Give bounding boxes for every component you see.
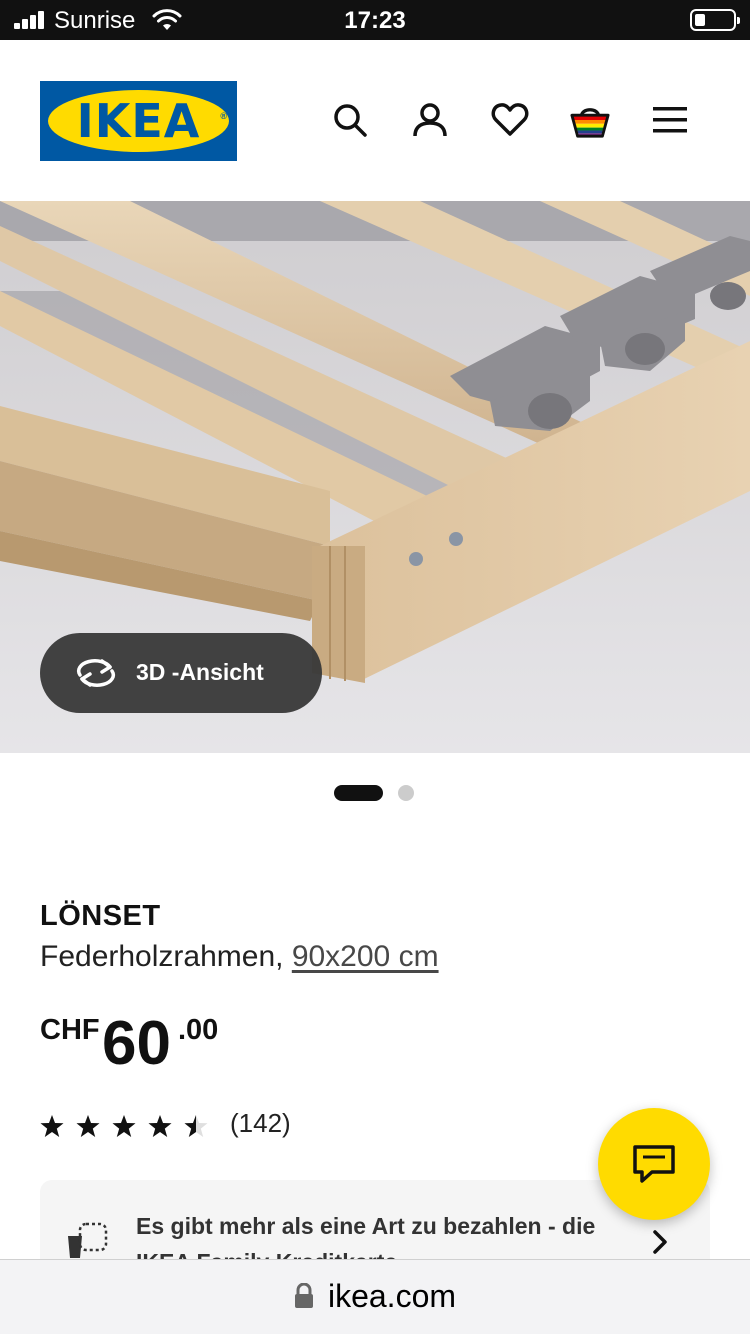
3d-view-button[interactable]: 3D -Ansicht	[40, 633, 322, 713]
pagination-dot[interactable]	[398, 785, 414, 801]
shopping-basket-icon[interactable]	[570, 100, 610, 140]
product-description: Federholzrahmen, 90x200 cm	[40, 940, 439, 974]
product-name: LÖNSET	[40, 900, 161, 932]
chat-button[interactable]	[598, 1108, 710, 1220]
ikea-logo[interactable]: IKEA ®	[40, 81, 237, 161]
price-decimals: .00	[178, 1014, 219, 1046]
site-header: IKEA ®	[0, 40, 750, 201]
rating-star	[148, 1115, 172, 1137]
account-icon[interactable]	[410, 100, 450, 140]
battery-icon	[690, 9, 740, 31]
product-type: Federholzrahmen,	[40, 940, 284, 973]
status-bar: Sunrise 17:23	[0, 0, 750, 40]
product-image-carousel[interactable]: 3D -Ansicht	[0, 201, 750, 753]
rating-star	[40, 1115, 64, 1137]
lock-icon	[294, 1283, 313, 1308]
price-currency: CHF	[40, 1014, 100, 1046]
clock: 17:23	[344, 7, 406, 34]
menu-hamburger-icon[interactable]	[650, 100, 690, 140]
payment-card-icon	[68, 1222, 108, 1258]
pagination-dot-active[interactable]	[334, 785, 383, 801]
rating-stars	[40, 1115, 208, 1137]
url-text: ikea.com	[327, 1278, 457, 1314]
product-size-link[interactable]: 90x200 cm	[292, 940, 439, 973]
rating-star	[112, 1115, 136, 1137]
carousel-pagination	[0, 785, 750, 801]
rating-count: (142)	[230, 1108, 291, 1138]
browser-url-bar[interactable]: ikea.com	[0, 1259, 750, 1334]
rating-star	[76, 1115, 100, 1137]
search-icon[interactable]	[330, 100, 370, 140]
3d-view-label: 3D -Ansicht	[136, 659, 264, 685]
rating-star	[184, 1115, 208, 1137]
wishlist-heart-icon[interactable]	[490, 100, 530, 140]
price-integer: 60	[102, 1009, 171, 1078]
rotate-3d-icon	[76, 659, 116, 687]
chat-bubble-icon	[633, 1145, 675, 1183]
logo-wordmark: IKEA	[76, 94, 201, 148]
chevron-right-icon	[653, 1230, 667, 1254]
